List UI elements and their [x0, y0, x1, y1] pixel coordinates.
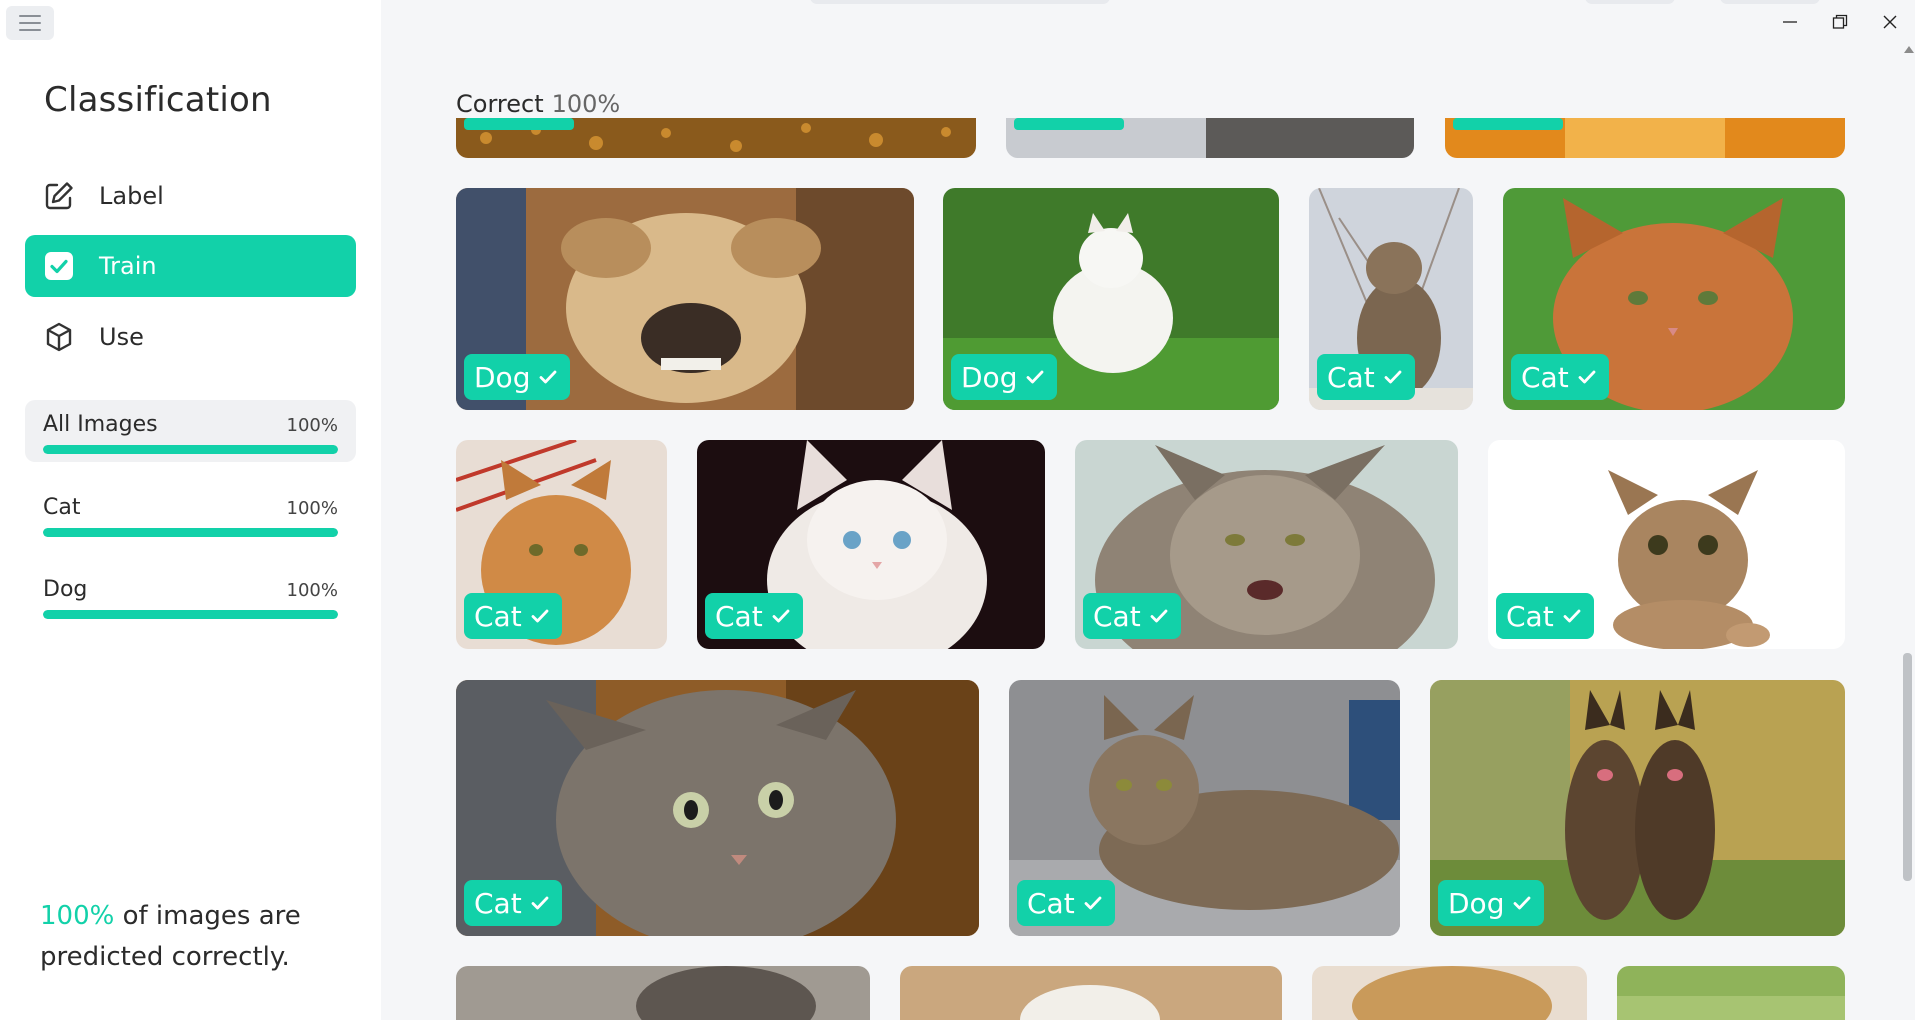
check-icon	[1514, 896, 1531, 910]
image-tile[interactable]: Cat	[456, 680, 979, 936]
image-tile-partial[interactable]	[1006, 118, 1414, 158]
progress-fill	[43, 445, 338, 454]
cube-icon	[43, 321, 75, 353]
prediction-badge: Cat	[1511, 354, 1609, 400]
progress-fill	[43, 610, 338, 619]
stat-dog[interactable]: Dog 100%	[25, 565, 356, 627]
prediction-label: Cat	[1027, 886, 1075, 920]
image-tile[interactable]: Cat	[697, 440, 1045, 649]
progress-fill	[43, 528, 338, 537]
prediction-badge: Cat	[1317, 354, 1415, 400]
check-icon	[531, 609, 549, 623]
scrollbar-thumb[interactable]	[1903, 653, 1912, 881]
prediction-badge: Cat	[705, 593, 803, 639]
app-title: Classification	[44, 80, 272, 120]
image-tile-partial[interactable]	[456, 118, 976, 158]
image-tile-partial[interactable]	[1312, 966, 1587, 1020]
check-icon	[772, 609, 790, 623]
prediction-badge: Cat	[1017, 880, 1115, 926]
prediction-label: Cat	[1506, 599, 1554, 633]
prediction-badge: Dog	[951, 354, 1058, 400]
top-blur	[1720, 0, 1820, 4]
prediction-label: Cat	[474, 599, 522, 633]
check-icon	[1150, 609, 1168, 623]
stat-name: All Images	[43, 412, 158, 437]
top-blur	[810, 0, 1110, 4]
stat-percent: 100%	[286, 580, 338, 601]
minimize-icon[interactable]	[1770, 8, 1810, 36]
results-header: Correct 100%	[456, 90, 620, 118]
stat-all-images[interactable]: All Images 100%	[25, 400, 356, 462]
image-tile[interactable]: Cat	[1075, 440, 1458, 649]
prediction-label: Cat	[1521, 360, 1569, 394]
nav-train-text: Train	[99, 252, 157, 280]
prediction-badge: Cat	[1083, 593, 1181, 639]
check-icon	[1084, 896, 1102, 910]
scroll-up-icon[interactable]	[1904, 46, 1914, 53]
prediction-label: Dog	[474, 360, 531, 394]
image-tile[interactable]: Dog	[1430, 680, 1845, 936]
edit-icon	[43, 180, 75, 212]
check-icon	[1578, 370, 1596, 384]
prediction-label: Dog	[961, 360, 1018, 394]
results-header-label: Correct	[456, 90, 544, 118]
nav-item-label[interactable]: Label	[25, 165, 356, 227]
prediction-label: Cat	[1093, 599, 1141, 633]
stat-name: Cat	[43, 495, 81, 520]
prediction-badge: Dog	[464, 354, 571, 400]
progress-bar	[43, 445, 338, 454]
stat-name: Dog	[43, 577, 88, 602]
image-tile-partial[interactable]	[1617, 966, 1845, 1020]
stat-cat[interactable]: Cat 100%	[25, 483, 356, 545]
prediction-label: Dog	[1448, 886, 1505, 920]
image-tile[interactable]: Cat	[1488, 440, 1845, 649]
check-icon	[1027, 370, 1044, 384]
progress-bar	[43, 528, 338, 537]
top-blur	[1585, 0, 1675, 4]
image-tile[interactable]: Cat	[1009, 680, 1400, 936]
prediction-badge: Cat	[464, 880, 562, 926]
image-tile[interactable]: Cat	[1309, 188, 1473, 410]
image-tile[interactable]: Dog	[943, 188, 1279, 410]
nav-item-use[interactable]: Use	[25, 306, 356, 368]
prediction-label: Cat	[1327, 360, 1375, 394]
image-tile-partial[interactable]	[1445, 118, 1845, 158]
prediction-badge: Dog	[1438, 880, 1545, 926]
prediction-badge: Cat	[1496, 593, 1594, 639]
image-tile[interactable]: Cat	[456, 440, 667, 649]
summary-accent: 100%	[40, 901, 115, 931]
prediction-label: Cat	[715, 599, 763, 633]
checkbox-icon	[43, 250, 75, 282]
close-icon[interactable]	[1870, 8, 1910, 36]
check-icon	[531, 896, 549, 910]
prediction-badge: Cat	[464, 593, 562, 639]
check-icon	[540, 370, 557, 384]
accuracy-summary: 100% of images are predicted correctly.	[40, 896, 360, 978]
stat-percent: 100%	[286, 498, 338, 519]
nav-label-text: Label	[99, 182, 164, 210]
image-tile-partial[interactable]	[456, 966, 870, 1020]
image-tile[interactable]: Cat	[1503, 188, 1845, 410]
stat-percent: 100%	[286, 415, 338, 436]
menu-icon[interactable]	[6, 6, 54, 40]
restore-icon[interactable]	[1820, 8, 1860, 36]
nav-item-train[interactable]: Train	[25, 235, 356, 297]
check-icon	[1563, 609, 1581, 623]
nav-use-text: Use	[99, 323, 144, 351]
check-icon	[1384, 370, 1402, 384]
image-tile[interactable]: Dog	[456, 188, 914, 410]
results-header-percent: 100%	[551, 90, 621, 118]
image-tile-partial[interactable]	[900, 966, 1282, 1020]
sidebar: Classification Label Train Use All Image…	[0, 0, 381, 1020]
prediction-label: Cat	[474, 886, 522, 920]
progress-bar	[43, 610, 338, 619]
